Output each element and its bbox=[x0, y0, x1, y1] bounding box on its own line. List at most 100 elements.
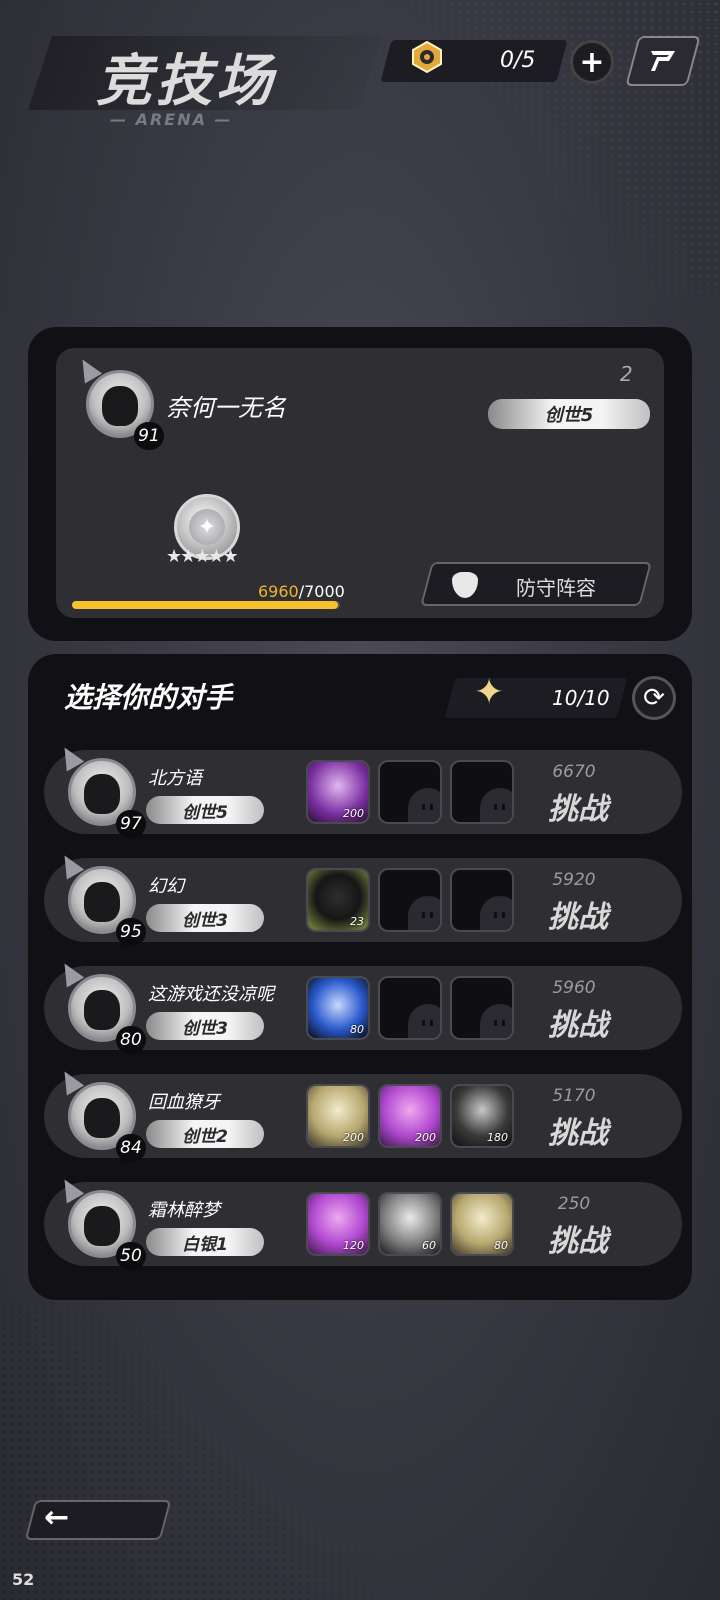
challenge-button[interactable]: 挑战 bbox=[538, 1216, 618, 1260]
xp-text: 6960/7000 bbox=[258, 582, 345, 601]
hero-level: 80 bbox=[350, 1023, 364, 1036]
challenge-button[interactable]: 挑战 bbox=[538, 784, 618, 828]
empty-team-slot bbox=[450, 868, 514, 932]
page-title: 竞技场 bbox=[96, 49, 276, 114]
refresh-icon: ⟳ bbox=[643, 683, 665, 713]
opponent-power: 6670 bbox=[552, 762, 596, 782]
opponent-tier-badge: 白银1 bbox=[146, 1228, 264, 1256]
opponent-name: 北方语 bbox=[148, 768, 202, 789]
opponent-tier-badge: 创世5 bbox=[146, 796, 264, 824]
opponent-power: 5920 bbox=[552, 870, 596, 890]
back-arrow-icon[interactable]: ← bbox=[44, 1500, 69, 1535]
opponent-name: 幻幻 bbox=[148, 876, 184, 897]
empty-slot-placeholder-icon bbox=[408, 788, 440, 822]
hero-level: 60 bbox=[422, 1239, 436, 1252]
xp-current: 6960 bbox=[258, 582, 299, 601]
ticket-count: 10/10 bbox=[552, 686, 610, 710]
empty-team-slot bbox=[450, 976, 514, 1040]
opponent-row: 84 回血獠牙 创世2 200 200 180 5170 挑战 bbox=[44, 1066, 682, 1162]
hero-level: 120 bbox=[343, 1239, 364, 1252]
avatar-portrait bbox=[84, 990, 120, 1030]
medal-token-icon bbox=[412, 40, 442, 74]
opponent-tier-badge: 创世3 bbox=[146, 904, 264, 932]
empty-team-slot bbox=[378, 976, 442, 1040]
opponent-row: 97 北方语 创世5 200 6670 挑战 bbox=[44, 742, 682, 838]
avatar-portrait bbox=[84, 882, 120, 922]
empty-slot-placeholder-icon bbox=[480, 896, 512, 930]
avatar-portrait bbox=[84, 1206, 120, 1246]
opponent-tier-badge: 创世3 bbox=[146, 1012, 264, 1040]
opponent-level: 50 bbox=[116, 1242, 146, 1270]
team-hero-portrait[interactable]: 80 bbox=[450, 1192, 514, 1256]
opponent-level: 95 bbox=[116, 918, 146, 946]
empty-slot-placeholder-icon bbox=[408, 1004, 440, 1038]
team-hero-portrait[interactable]: 60 bbox=[378, 1192, 442, 1256]
player-rank-position: 2 bbox=[620, 362, 633, 386]
opponent-avatar[interactable]: 95 bbox=[55, 850, 146, 946]
opponent-tier-badge: 创世2 bbox=[146, 1120, 264, 1148]
fps-counter: 52 bbox=[12, 1570, 35, 1589]
rank-stars: ★★★★★ bbox=[166, 546, 239, 567]
xp-total: /7000 bbox=[298, 582, 345, 601]
avatar-portrait bbox=[84, 774, 120, 814]
team-hero-portrait[interactable]: 200 bbox=[306, 760, 370, 824]
opponent-name: 霜林醉梦 bbox=[148, 1200, 220, 1221]
resource-bar bbox=[380, 40, 568, 82]
defense-lineup-label: 防守阵容 bbox=[516, 576, 596, 600]
opponent-level: 84 bbox=[116, 1134, 146, 1162]
share-icon bbox=[651, 51, 675, 71]
opponent-row: 95 幻幻 创世3 23 5920 挑战 bbox=[44, 850, 682, 946]
opponent-avatar[interactable]: 97 bbox=[55, 742, 146, 838]
opponent-name: 回血獠牙 bbox=[148, 1092, 220, 1113]
add-resource-button[interactable]: + bbox=[570, 40, 614, 84]
empty-team-slot bbox=[378, 760, 442, 824]
team-hero-portrait[interactable]: 200 bbox=[306, 1084, 370, 1148]
opponent-level: 80 bbox=[116, 1026, 146, 1054]
rank-medal-star-icon: ✦ bbox=[189, 509, 225, 545]
background-pattern bbox=[0, 1300, 380, 1600]
team-hero-portrait[interactable]: 23 bbox=[306, 868, 370, 932]
challenge-button[interactable]: 挑战 bbox=[538, 892, 618, 936]
opponent-avatar[interactable]: 80 bbox=[55, 958, 146, 1054]
empty-slot-placeholder-icon bbox=[480, 788, 512, 822]
page-subtitle: — ARENA — bbox=[110, 110, 233, 129]
player-name: 奈何一无名 bbox=[166, 394, 286, 422]
avatar-portrait bbox=[84, 1098, 120, 1138]
opponent-power: 5170 bbox=[552, 1086, 596, 1106]
player-level: 91 bbox=[134, 422, 164, 450]
star-ticket-icon: ✦ bbox=[474, 672, 505, 713]
opponents-heading: 选择你的对手 bbox=[64, 681, 233, 714]
plus-icon: + bbox=[579, 44, 605, 80]
hero-level: 180 bbox=[487, 1131, 508, 1144]
team-hero-portrait[interactable]: 180 bbox=[450, 1084, 514, 1148]
hero-level: 23 bbox=[350, 915, 364, 928]
refresh-opponents-button[interactable]: ⟳ bbox=[632, 676, 676, 720]
opponent-row: 50 霜林醉梦 白银1 120 60 80 250 挑战 bbox=[44, 1174, 682, 1270]
avatar-portrait bbox=[102, 386, 138, 426]
player-tier-badge: 创世5 bbox=[488, 399, 650, 429]
empty-team-slot bbox=[450, 760, 514, 824]
team-hero-portrait[interactable]: 120 bbox=[306, 1192, 370, 1256]
opponent-avatar[interactable]: 50 bbox=[55, 1174, 146, 1270]
empty-slot-placeholder-icon bbox=[408, 896, 440, 930]
team-hero-portrait[interactable]: 80 bbox=[306, 976, 370, 1040]
xp-progress-fill bbox=[72, 601, 339, 609]
xp-progress-bar bbox=[72, 601, 340, 609]
hero-level: 80 bbox=[494, 1239, 508, 1252]
empty-team-slot bbox=[378, 868, 442, 932]
hero-level: 200 bbox=[343, 1131, 364, 1144]
opponent-name: 这游戏还没凉呢 bbox=[148, 984, 274, 1005]
hero-level: 200 bbox=[415, 1131, 436, 1144]
opponent-power: 5960 bbox=[552, 978, 596, 998]
opponent-avatar[interactable]: 84 bbox=[55, 1066, 146, 1162]
challenge-button[interactable]: 挑战 bbox=[538, 1000, 618, 1044]
team-hero-portrait[interactable]: 200 bbox=[378, 1084, 442, 1148]
empty-slot-placeholder-icon bbox=[480, 1004, 512, 1038]
opponent-row: 80 这游戏还没凉呢 创世3 80 5960 挑战 bbox=[44, 958, 682, 1054]
opponent-level: 97 bbox=[116, 810, 146, 838]
challenge-button[interactable]: 挑战 bbox=[538, 1108, 618, 1152]
resource-count: 0/5 bbox=[500, 48, 536, 73]
hero-level: 200 bbox=[343, 807, 364, 820]
opponent-power: 250 bbox=[557, 1194, 591, 1214]
player-avatar[interactable]: 91 bbox=[73, 354, 164, 450]
